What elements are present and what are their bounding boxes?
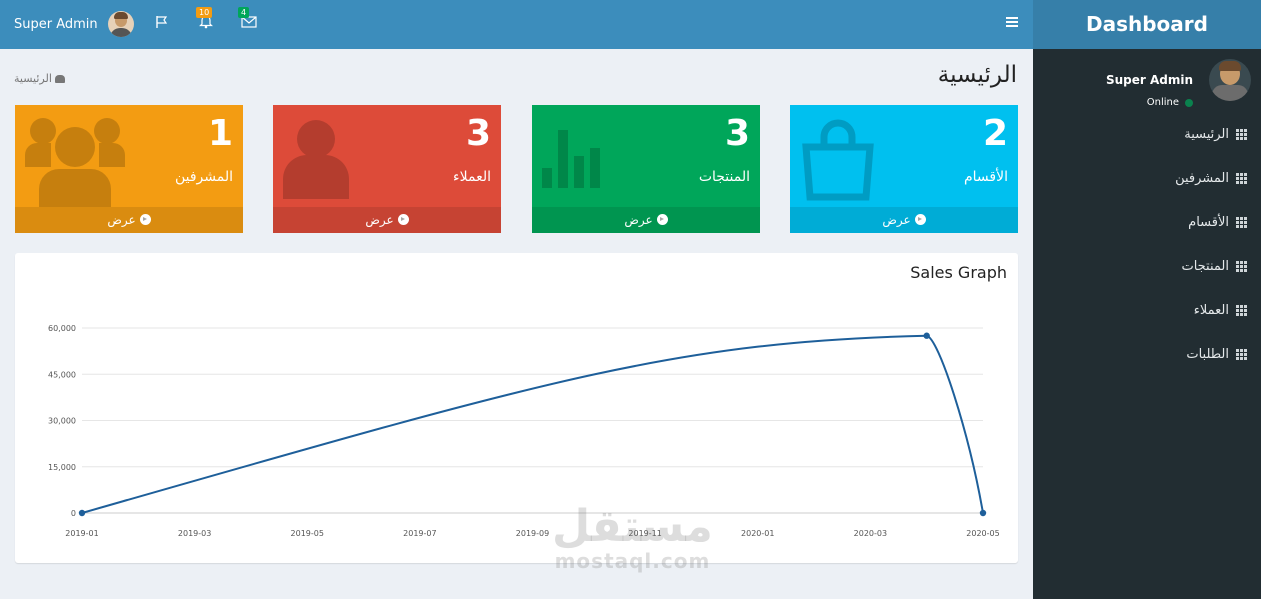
user-icon [283, 120, 349, 199]
y-tick-label: 45,000 [48, 370, 76, 379]
page-title: الرئيسية [937, 62, 1017, 88]
notifications-button[interactable]: 10 [196, 7, 213, 33]
arrow-circle-right-icon [139, 214, 151, 225]
data-point [78, 509, 86, 517]
sidebar-item-label: المنتجات [1181, 258, 1229, 274]
y-tick-label: 0 [71, 509, 76, 518]
sidebar-item-products[interactable]: المنتجات [1033, 244, 1261, 288]
x-tick-label: 2019-07 [403, 529, 436, 538]
stat-value: 1 [207, 113, 233, 154]
stat-box-admins: 1 المشرفين عرض [15, 105, 243, 233]
bar-chart-icon [542, 130, 600, 188]
grid-icon [1236, 172, 1247, 184]
online-status: Online [1147, 97, 1193, 108]
y-tick-label: 15,000 [48, 463, 76, 472]
grid-icon [1236, 348, 1247, 360]
sidebar-user-name: Super Admin [1105, 73, 1193, 87]
stat-value: 3 [465, 113, 491, 154]
breadcrumb-label: الرئيسية [14, 72, 52, 85]
sidebar-item-admins[interactable]: المشرفين [1033, 156, 1261, 200]
messages-button[interactable]: 4 [238, 7, 257, 33]
grid-icon [1236, 304, 1247, 316]
sidebar-item-label: الرئيسية [1184, 126, 1229, 142]
x-tick-label: 2019-05 [291, 529, 324, 538]
hamburger-icon[interactable] [1006, 17, 1018, 29]
grid-icon [1236, 128, 1247, 140]
online-dot-icon [1185, 98, 1193, 107]
x-tick-label: 2020-05 [966, 529, 999, 538]
stat-label: المشرفين [174, 169, 233, 185]
sidebar-item-home[interactable]: الرئيسية [1033, 112, 1261, 156]
sales-graph-card: Sales Graph 0 15,000 30,000 45,000 60,000 201… [15, 253, 1018, 563]
sidebar-user-panel: Super Admin Online [1051, 57, 1251, 108]
stat-more-link[interactable]: عرض [15, 207, 243, 233]
sidebar-item-clients[interactable]: العملاء [1033, 288, 1261, 332]
stat-more-link[interactable]: عرض [273, 207, 501, 233]
sales-line-chart: 0 15,000 30,000 45,000 60,000 2019-01 2019-03 2… [48, 324, 1000, 538]
notifications-badge: 10 [196, 7, 213, 18]
sidebar: Super Admin Online الرئيسية المشرفين الأ… [1033, 49, 1261, 599]
sidebar-item-categories[interactable]: الأقسام [1033, 200, 1261, 244]
more-label: عرض [882, 213, 911, 227]
stat-label: العملاء [453, 169, 491, 185]
more-label: عرض [107, 213, 136, 227]
y-tick-label: 60,000 [48, 324, 76, 333]
messages-badge: 4 [238, 7, 250, 18]
sidebar-item-orders[interactable]: الطلبات [1033, 332, 1261, 376]
arrow-circle-right-icon [914, 214, 926, 225]
more-label: عرض [624, 213, 653, 227]
y-tick-label: 30,000 [48, 417, 76, 426]
sidebar-menu: الرئيسية المشرفين الأقسام المنتجات العمل… [1033, 112, 1261, 376]
arrow-circle-right-icon [397, 214, 409, 225]
stat-value: 3 [724, 113, 750, 154]
breadcrumb[interactable]: الرئيسية [14, 72, 65, 85]
user-menu[interactable]: Super Admin [14, 11, 134, 37]
sales-line [81, 334, 984, 514]
sidebar-item-label: العملاء [1193, 302, 1229, 318]
more-label: عرض [365, 213, 394, 227]
sidebar-avatar [1209, 59, 1251, 101]
stat-label: الأقسام [964, 169, 1008, 185]
stat-box-clients: 3 العملاء عرض [273, 105, 501, 233]
online-status-label: Online [1146, 97, 1179, 108]
stat-box-categories: 2 الأقسام عرض [790, 105, 1018, 233]
shopping-bag-icon [802, 119, 874, 201]
sidebar-item-label: الطلبات [1186, 346, 1229, 362]
watermark-latin: mostaql.com [554, 549, 711, 573]
users-icon [25, 118, 125, 207]
stat-more-link[interactable]: عرض [790, 207, 1018, 233]
x-tick-label: 2020-03 [854, 529, 887, 538]
watermark-arabic: مستقل [552, 501, 713, 552]
x-tick-label: 2019-03 [178, 529, 211, 538]
x-tick-label: 2020-01 [741, 529, 774, 538]
stat-more-link[interactable]: عرض [532, 207, 760, 233]
data-point [979, 509, 987, 517]
watermark: مستقل mostaql.com [552, 501, 713, 574]
grid-icon [1236, 260, 1247, 272]
stat-label: المنتجات [698, 169, 750, 185]
flag-icon[interactable] [155, 14, 169, 33]
user-avatar [107, 11, 134, 37]
data-point [923, 332, 930, 339]
x-tick-label: 2019-09 [516, 529, 549, 538]
sidebar-item-label: الأقسام [1188, 214, 1229, 230]
brand-title[interactable]: Dashboard [1033, 0, 1261, 49]
x-tick-label: 2019-01 [65, 529, 98, 538]
sidebar-item-label: المشرفين [1175, 170, 1229, 186]
stat-box-products: 3 المنتجات عرض [532, 105, 760, 233]
stat-value: 2 [982, 113, 1008, 154]
top-header: Super Admin 10 4 [0, 0, 1033, 49]
grid-icon [1236, 216, 1247, 228]
user-name: Super Admin [14, 16, 98, 32]
arrow-circle-right-icon [656, 214, 668, 225]
dashboard-icon [54, 74, 65, 83]
